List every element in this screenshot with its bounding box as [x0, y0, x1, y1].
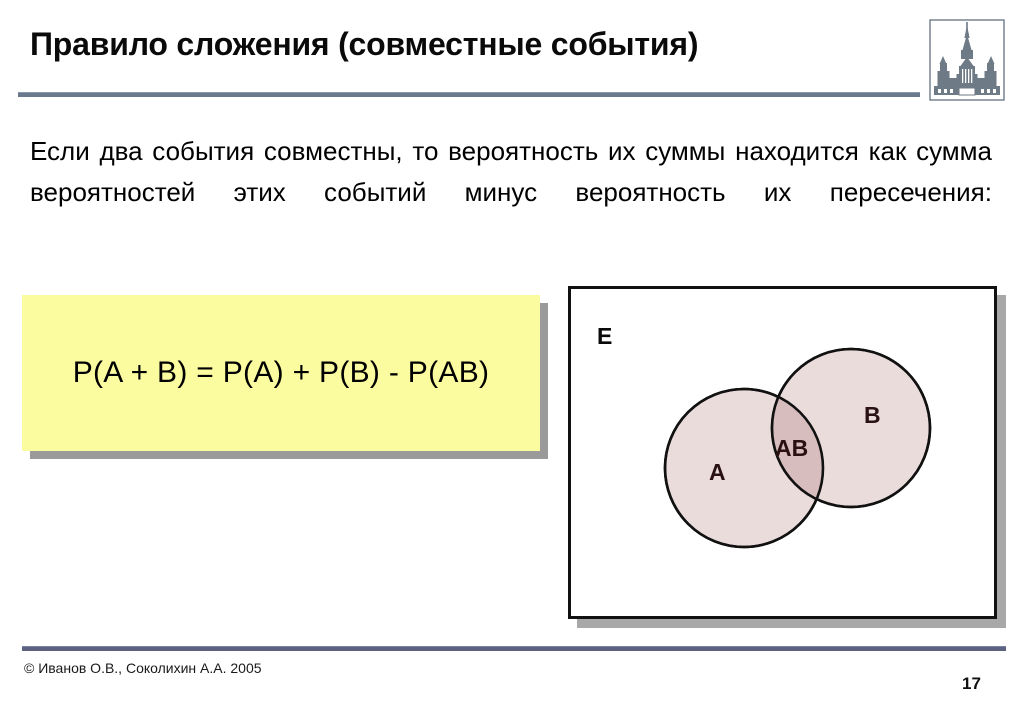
footer-divider: [22, 646, 1006, 651]
venn-label-b: B: [864, 402, 881, 428]
venn-label-universe: E: [597, 323, 613, 349]
title-divider: [18, 92, 920, 97]
venn-label-ab: AB: [775, 435, 809, 461]
venn-diagram: E A AB B: [568, 286, 1008, 630]
venn-label-a: A: [709, 459, 726, 485]
formula-text: P(A + B) = P(A) + P(B) - P(AB): [72, 356, 490, 389]
page-title: Правило сложения (совместные события): [30, 26, 699, 62]
formula-box: P(A + B) = P(A) + P(B) - P(AB): [22, 295, 540, 451]
page-number: 17: [962, 674, 981, 693]
formula-callout: P(A + B) = P(A) + P(B) - P(AB): [22, 295, 548, 459]
footer-credit: © Иванов О.В., Соколихин А.А. 2005: [24, 660, 262, 676]
venn-universe-frame: E A AB B: [568, 286, 997, 619]
msu-main-building-logo: [928, 16, 1006, 102]
body-paragraph: Если два события совместны, то вероятнос…: [30, 136, 992, 207]
